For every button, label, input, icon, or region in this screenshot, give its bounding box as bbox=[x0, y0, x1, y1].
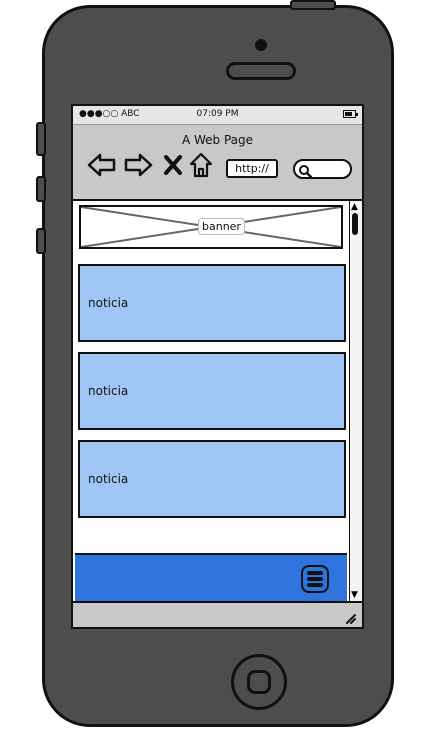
arrow-left-icon[interactable] bbox=[87, 151, 117, 179]
speaker bbox=[226, 62, 296, 80]
news-card-label: noticia bbox=[88, 472, 129, 486]
status-time: 07:09 PM bbox=[196, 109, 239, 119]
banner-label: banner bbox=[198, 218, 245, 235]
browser-toolbar: A Web Page http:// bbox=[73, 125, 362, 201]
resize-grip-icon[interactable] bbox=[344, 609, 356, 624]
browser-footer bbox=[73, 601, 362, 627]
url-input[interactable]: http:// bbox=[226, 159, 278, 178]
status-bar: ●●●○○ ABC 07:09 PM bbox=[73, 106, 362, 125]
close-icon[interactable] bbox=[164, 151, 182, 179]
news-card[interactable]: noticia bbox=[78, 352, 346, 430]
news-card-label: noticia bbox=[88, 296, 129, 310]
page-title: A Web Page bbox=[181, 133, 254, 147]
side-button-volume-down[interactable] bbox=[36, 228, 46, 254]
camera bbox=[255, 39, 267, 51]
news-card[interactable]: noticia bbox=[78, 264, 346, 342]
home-icon[interactable] bbox=[189, 151, 213, 179]
news-card-label: noticia bbox=[88, 384, 129, 398]
page-content: banner noticia noticia noticia bbox=[73, 201, 349, 601]
hamburger-icon[interactable] bbox=[301, 565, 329, 593]
screen: ●●●○○ ABC 07:09 PM A Web Page http:// ba… bbox=[71, 104, 364, 629]
side-button-power[interactable] bbox=[290, 0, 336, 10]
search-input[interactable] bbox=[293, 159, 352, 179]
arrow-right-icon[interactable] bbox=[123, 151, 153, 179]
home-button[interactable] bbox=[231, 654, 287, 710]
side-button-volume-up[interactable] bbox=[36, 176, 46, 202]
scroll-thumb[interactable] bbox=[352, 213, 358, 235]
scroll-down-icon[interactable]: ▼ bbox=[351, 591, 358, 600]
search-icon bbox=[298, 163, 313, 182]
side-button-mute[interactable] bbox=[36, 122, 46, 156]
battery-icon bbox=[343, 110, 358, 118]
bottom-bar bbox=[75, 553, 347, 601]
news-card[interactable]: noticia bbox=[78, 440, 346, 518]
scrollbar[interactable]: ▲ ▼ bbox=[349, 201, 362, 601]
scroll-up-icon[interactable]: ▲ bbox=[351, 203, 358, 212]
home-button-inner bbox=[247, 670, 271, 694]
banner-placeholder[interactable]: banner bbox=[79, 205, 343, 249]
